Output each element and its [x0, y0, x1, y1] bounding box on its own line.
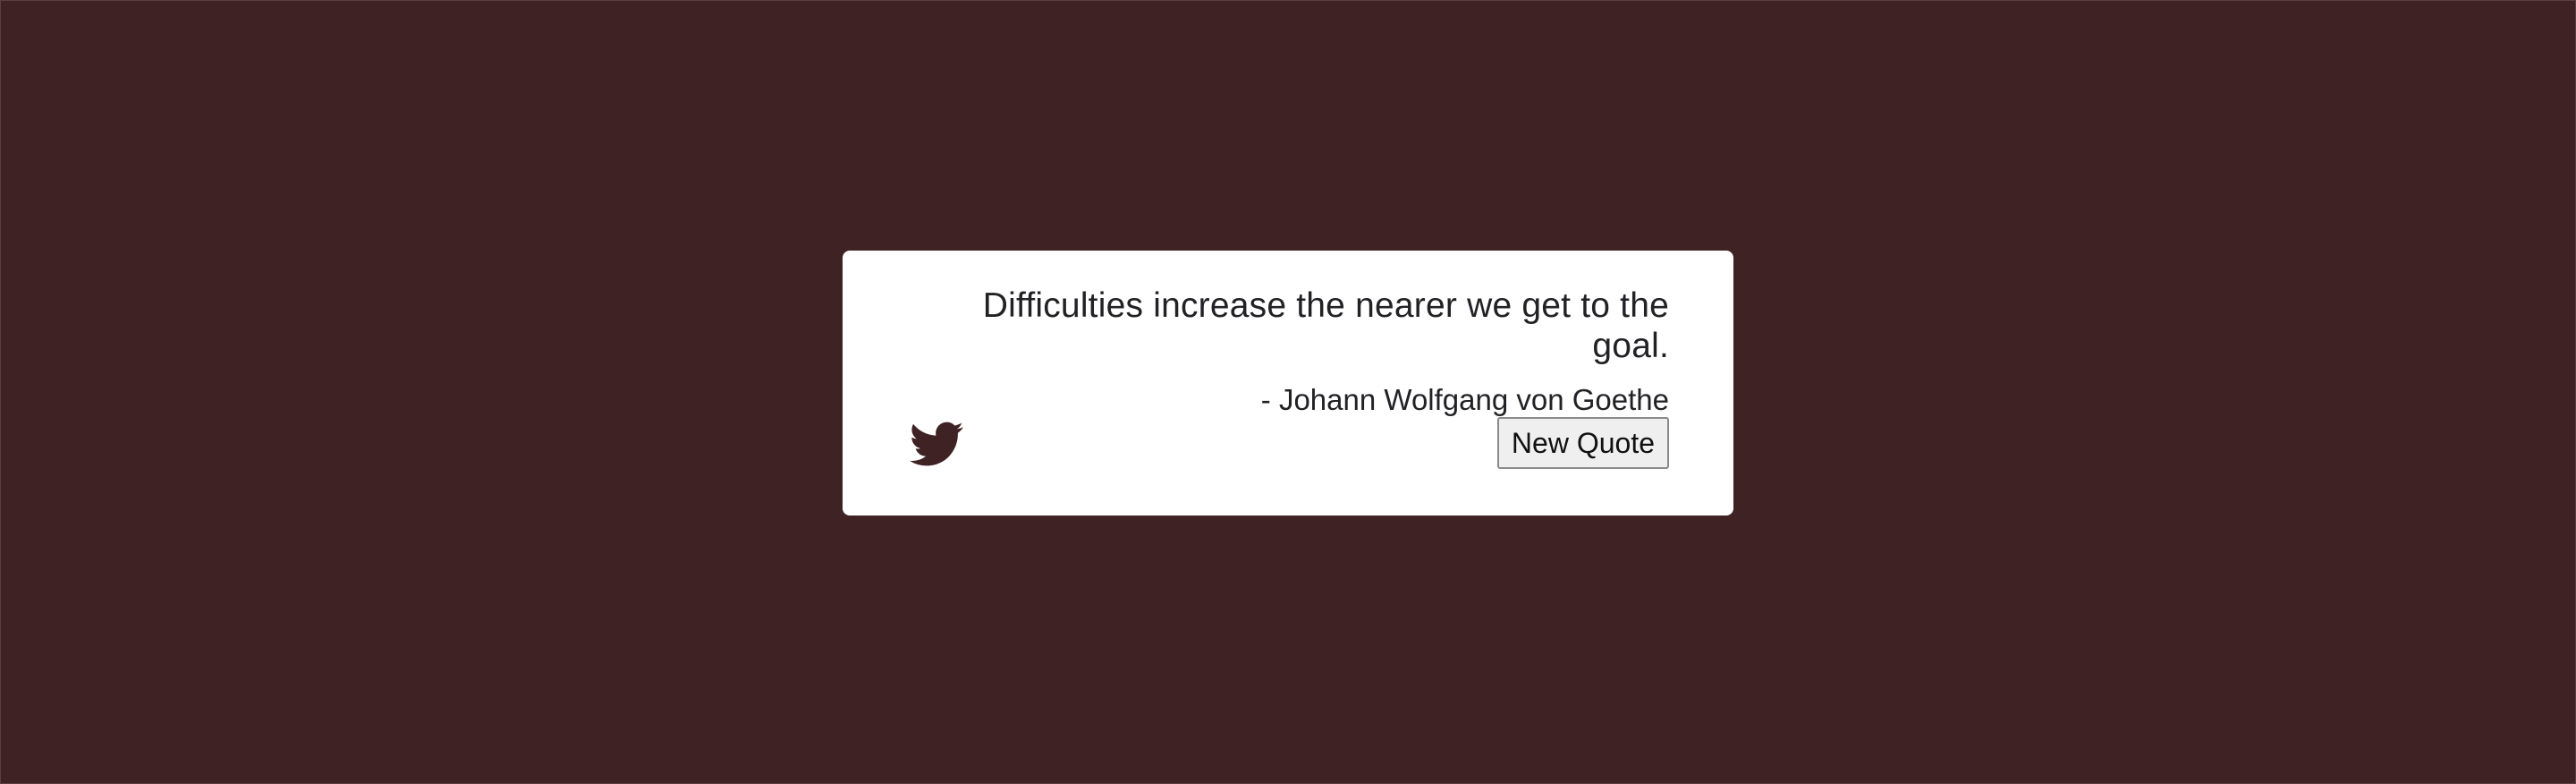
tweet-quote-link[interactable] [907, 417, 966, 471]
new-quote-button[interactable]: New Quote [1496, 417, 1669, 469]
quote-box: Difficulties increase the nearer we get … [843, 251, 1733, 516]
quote-author: - Johann Wolfgang von Goethe [1260, 382, 1669, 416]
quote-text: Difficulties increase the nearer we get … [982, 286, 1669, 365]
twitter-icon [910, 422, 963, 466]
